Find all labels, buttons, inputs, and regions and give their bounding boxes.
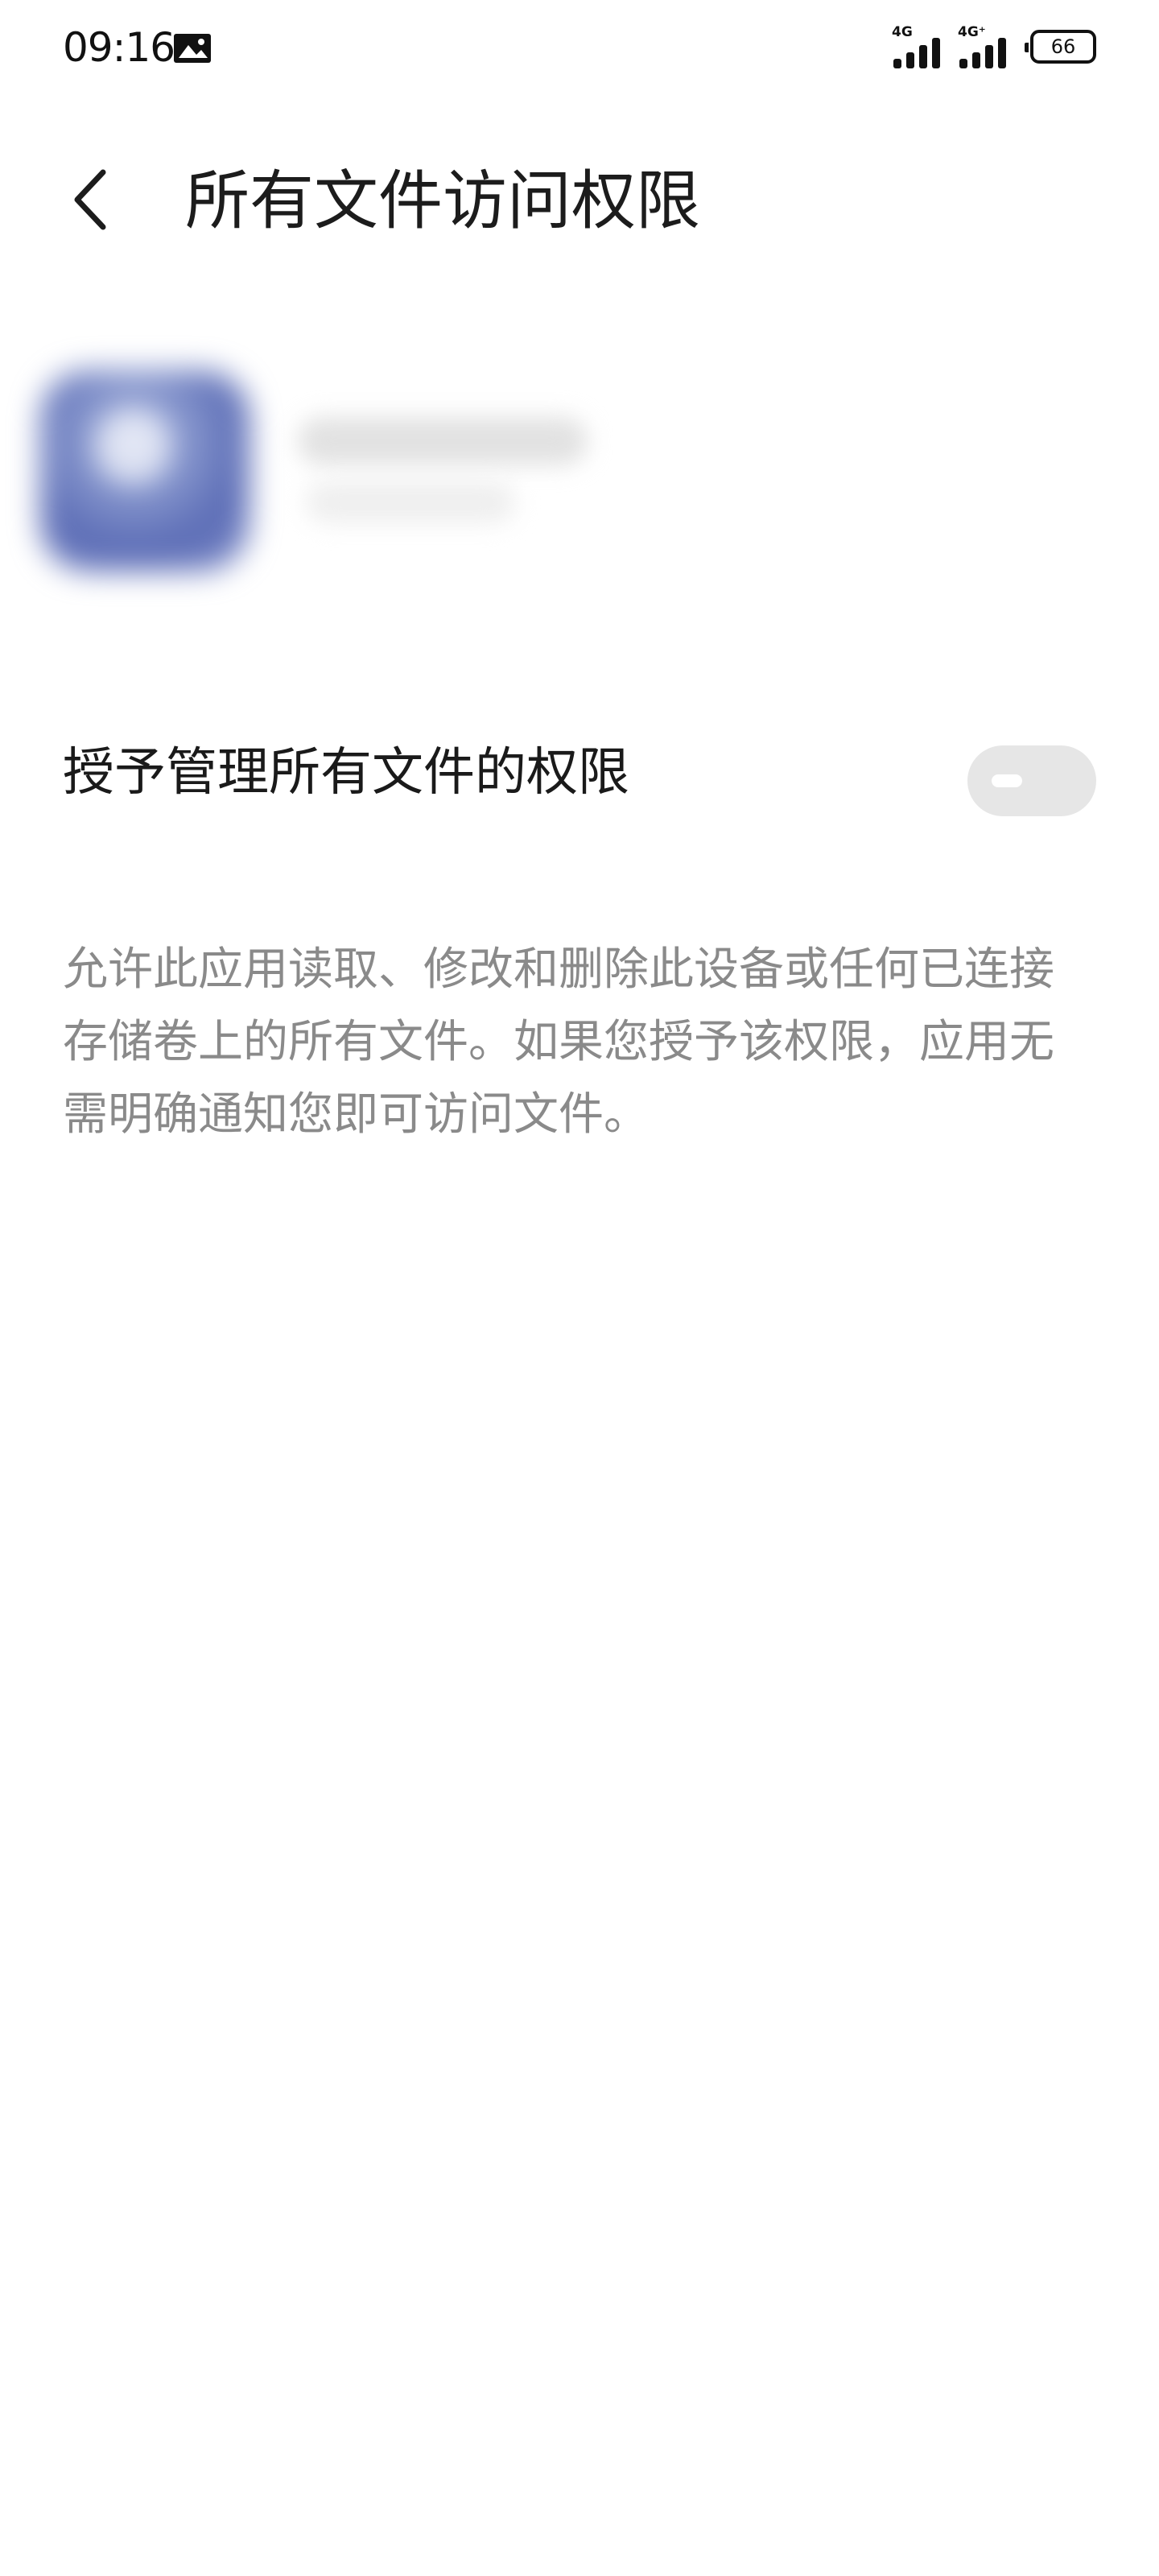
toggle-knob	[992, 774, 1022, 787]
permission-toggle-row[interactable]: 授予管理所有文件的权限	[0, 716, 1159, 821]
cell-signal-icon: 4G⁺	[958, 25, 1011, 68]
permission-screen: 09:16 4G 4G⁺ 66 所有文件访问权限 授予管理所有文件的权限 允许此…	[0, 0, 1159, 2576]
permission-description: 允许此应用读取、修改和删除此设备或任何已连接存储卷上的所有文件。如果您授予该权限…	[63, 943, 1054, 1141]
app-version-blurred	[306, 481, 515, 523]
permission-label: 授予管理所有文件的权限	[63, 743, 629, 803]
image-notification-icon	[174, 34, 211, 63]
status-bar: 09:16 4G 4G⁺ 66	[0, 0, 1159, 97]
signal-bars	[893, 38, 940, 68]
status-indicators: 4G 4G⁺ 66	[892, 23, 1096, 71]
battery-icon: 66	[1025, 30, 1096, 64]
cell-signal-icon: 4G	[892, 25, 945, 68]
app-name-blurred	[298, 417, 588, 465]
battery-level: 66	[1050, 35, 1076, 58]
permission-toggle[interactable]	[967, 745, 1096, 816]
status-time: 09:16	[63, 24, 175, 71]
app-info	[0, 338, 1159, 612]
chevron-left-icon	[74, 169, 106, 230]
header: 所有文件访问权限	[0, 135, 1159, 264]
app-icon-highlight	[97, 411, 169, 483]
back-button[interactable]	[55, 163, 129, 237]
signal-bars	[959, 38, 1006, 68]
page-title: 所有文件访问权限	[185, 163, 700, 238]
